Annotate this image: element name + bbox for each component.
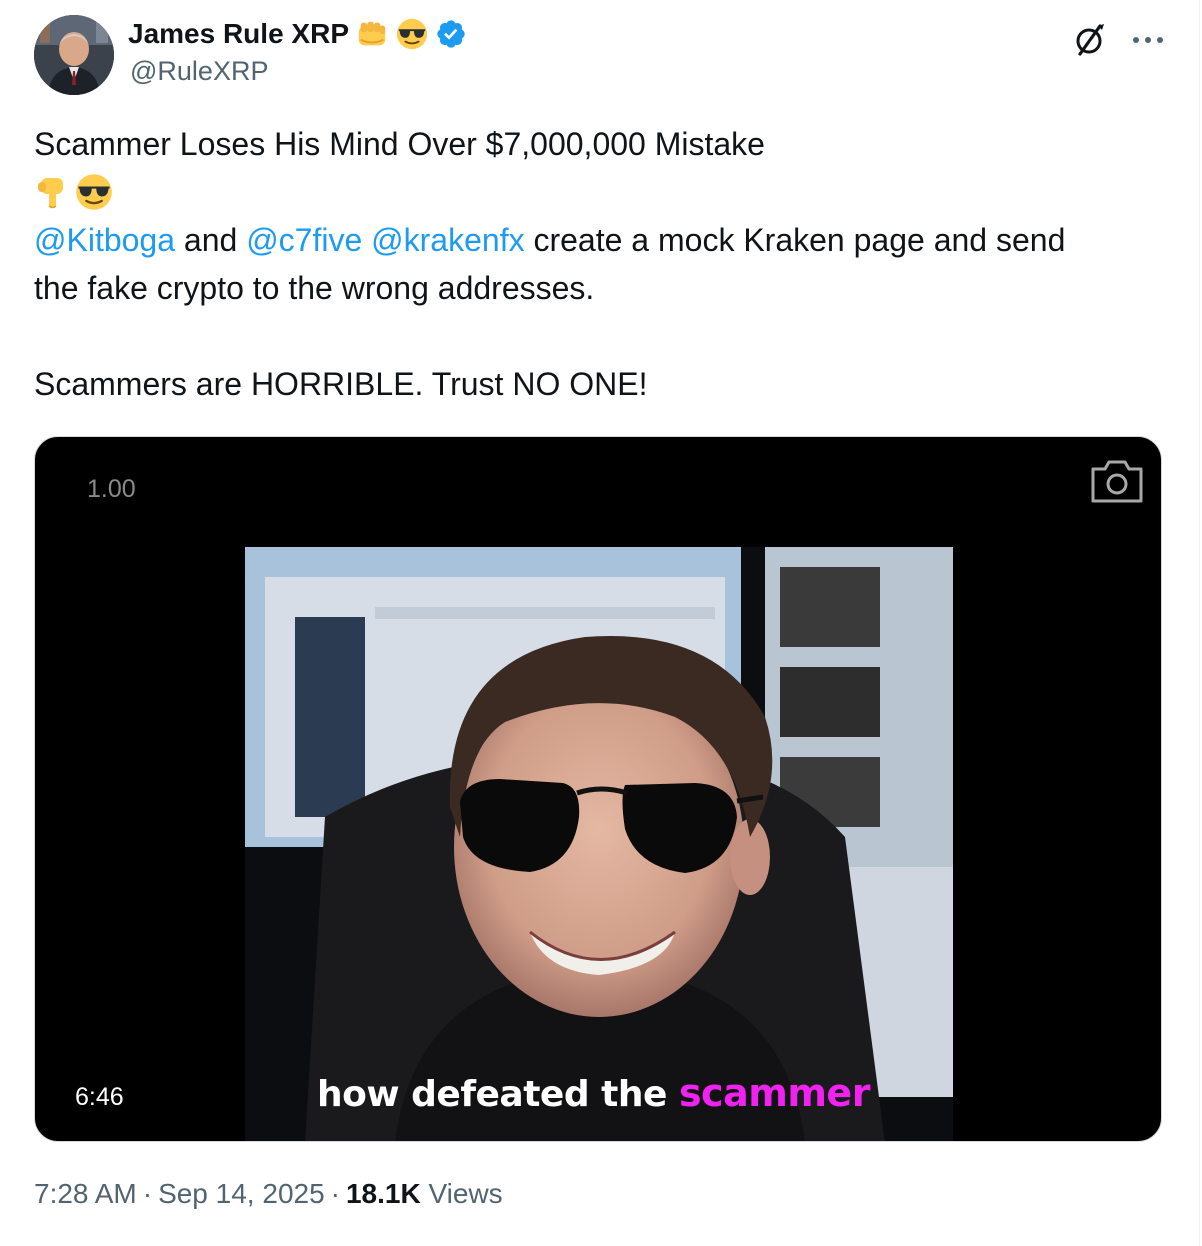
tweet-meta: 7:28 AM · Sep 14, 2025 · 18.1K Views bbox=[34, 1178, 503, 1210]
video-duration: 6:46 bbox=[75, 1083, 124, 1111]
author-name-row[interactable]: James Rule XRP bbox=[128, 14, 467, 54]
tweet-line4: the fake crypto to the wrong addresses. bbox=[34, 270, 595, 306]
tweet-text: Scammer Loses His Mind Over $7,000,000 M… bbox=[34, 120, 1164, 408]
sunglasses-emoji-icon bbox=[76, 174, 112, 210]
video-frame-image bbox=[245, 547, 953, 1141]
video-thumbnail[interactable] bbox=[245, 547, 953, 1141]
tweet-headline: Scammer Loses His Mind Over $7,000,000 M… bbox=[34, 126, 765, 162]
avatar-photo bbox=[34, 15, 114, 95]
separator: · bbox=[142, 1178, 153, 1209]
grok-icon[interactable] bbox=[1070, 20, 1110, 60]
more-options-button[interactable] bbox=[1128, 20, 1168, 60]
mention-c7five[interactable]: @c7five bbox=[246, 222, 362, 258]
mention-kitboga[interactable]: @Kitboga bbox=[34, 222, 175, 258]
truncated-previous-row bbox=[70, 0, 330, 4]
video-caption: how defeated the scammer bbox=[317, 1071, 870, 1115]
backhand-index-pointing-down-icon bbox=[38, 178, 63, 209]
views-count[interactable]: 18.1K bbox=[346, 1178, 421, 1209]
avatar[interactable] bbox=[34, 15, 114, 95]
author-handle[interactable]: @RuleXRP bbox=[130, 56, 268, 87]
more-dots-icon bbox=[1133, 37, 1163, 43]
tweet: James Rule XRP @RuleXRP Scammer Loses Hi… bbox=[0, 0, 1202, 1246]
separator: · bbox=[330, 1178, 340, 1209]
tweet-time[interactable]: 7:28 AM bbox=[34, 1178, 137, 1209]
divider bbox=[1199, 0, 1200, 1246]
tweet-line6: Scammers are HORRIBLE. Trust NO ONE! bbox=[34, 366, 648, 402]
playback-speed[interactable]: 1.00 bbox=[87, 475, 136, 504]
views-label[interactable]: Views bbox=[428, 1178, 502, 1209]
sunglasses-emoji-icon bbox=[396, 18, 428, 50]
author-name[interactable]: James Rule XRP bbox=[128, 18, 349, 50]
fist-emoji-icon bbox=[358, 21, 386, 46]
tweet-line3-rest: create a mock Kraken page and send bbox=[524, 222, 1066, 258]
camera-icon[interactable] bbox=[1089, 457, 1145, 505]
tweet-emoji-line bbox=[34, 168, 1164, 216]
mention-krakenfx[interactable]: @krakenfx bbox=[371, 222, 524, 258]
caption-main: how defeated the bbox=[317, 1074, 679, 1115]
verified-badge-icon[interactable] bbox=[435, 18, 467, 50]
caption-highlight: scammer bbox=[678, 1071, 871, 1115]
connector-and: and bbox=[175, 222, 247, 258]
tweet-mentions-line: @Kitboga and @c7five @krakenfx create a … bbox=[34, 216, 1164, 264]
tweet-date[interactable]: Sep 14, 2025 bbox=[158, 1178, 325, 1209]
video-player[interactable]: 1.00 6:46 how defeated the scammer bbox=[34, 436, 1162, 1142]
